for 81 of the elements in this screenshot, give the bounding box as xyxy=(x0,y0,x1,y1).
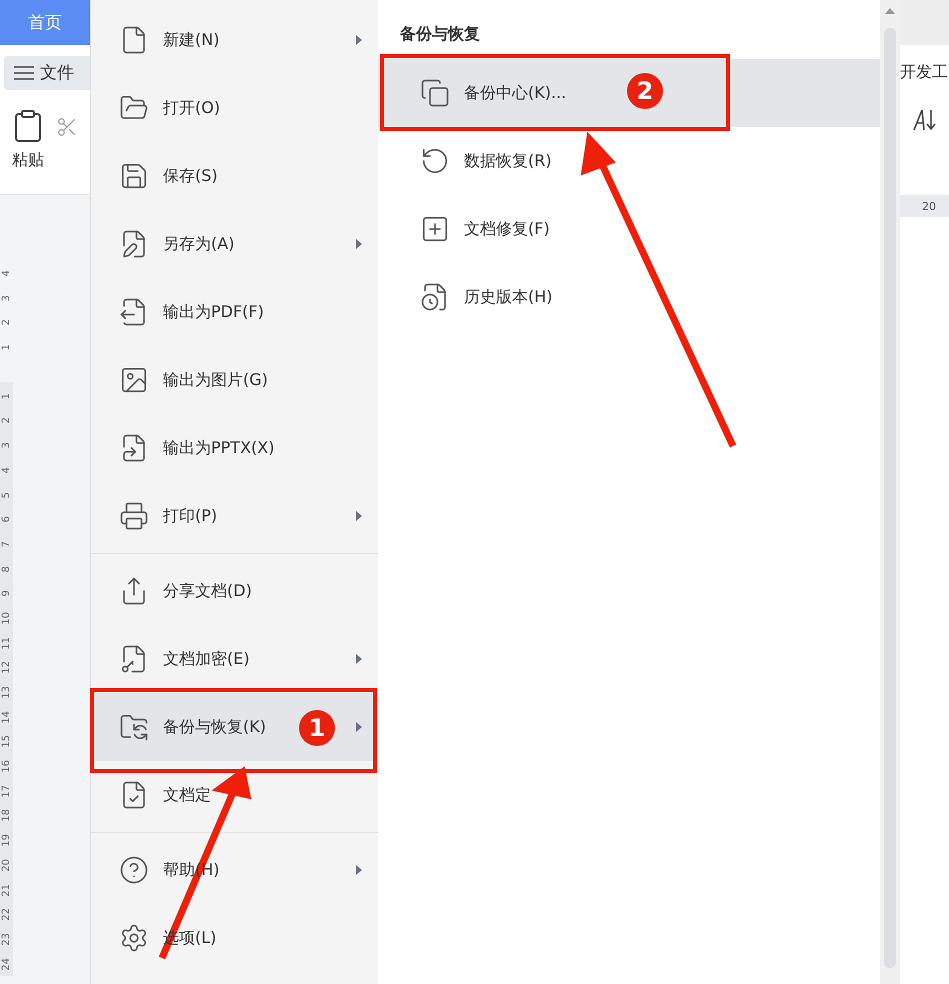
menu-item[interactable]: 另存为(A) xyxy=(91,210,378,278)
caret-icon xyxy=(356,239,362,249)
menu-icon xyxy=(14,66,34,80)
menu-item-label: 新建(N) xyxy=(163,30,220,50)
menu-item-label: 文档加密(E) xyxy=(163,648,250,670)
ruler-number: 22 xyxy=(0,908,13,922)
submenu-item-label: 数据恢复(R) xyxy=(464,150,552,172)
submenu-item[interactable]: 文档修复(F) xyxy=(378,195,880,263)
submenu-item[interactable]: 历史版本(H) xyxy=(378,263,880,331)
menu-item[interactable]: 文档加密(E) xyxy=(91,625,378,693)
tab-label[interactable]: 开发工 xyxy=(900,45,949,100)
menu-item[interactable]: 文档定 xyxy=(91,761,378,829)
menu-item-label: 备份与恢复(K) xyxy=(163,716,266,738)
scroll-up-icon[interactable] xyxy=(885,8,895,14)
menu-item-label: 保存(S) xyxy=(163,166,218,186)
caret-icon xyxy=(356,511,362,521)
ruler-number: 19 xyxy=(0,834,13,847)
submenu-item[interactable]: 数据恢复(R) xyxy=(378,127,880,195)
paste-label[interactable]: 粘贴 xyxy=(12,150,44,171)
ruler-number: 1 xyxy=(0,392,13,402)
menu-item[interactable]: 输出为图片(G) xyxy=(91,346,378,414)
ruler-number: 13 xyxy=(0,686,13,699)
menu-item[interactable]: 打开(O) xyxy=(91,74,378,142)
scrollbar[interactable] xyxy=(880,0,900,984)
menu-item-label: 分享文档(D) xyxy=(163,580,252,602)
plus-square-icon xyxy=(420,214,450,244)
ruler-number: 3 xyxy=(0,441,13,451)
ruler-number: 4 xyxy=(0,269,13,279)
ruler-number: 23 xyxy=(0,932,13,946)
settings-icon xyxy=(119,923,149,953)
submenu-title: 备份与恢复 xyxy=(398,23,481,45)
ruler-number: 9 xyxy=(0,589,13,599)
menu-item-label: 输出为PDF(F) xyxy=(163,302,264,322)
ruler-number: 6 xyxy=(0,515,13,525)
ruler-number: 10 xyxy=(0,612,13,625)
menu-item-label: 打印(P) xyxy=(163,506,218,526)
caret-icon xyxy=(356,722,362,732)
submenu-item-label: 历史版本(H) xyxy=(464,286,553,308)
ruler-number: 17 xyxy=(0,784,13,798)
menu-item[interactable]: 输出为PPTX(X) xyxy=(91,414,378,482)
ruler-number: 2 xyxy=(0,318,13,328)
ruler-number: 7 xyxy=(0,540,13,550)
ruler-number: 3 xyxy=(0,294,13,304)
menu-item-label: 输出为图片(G) xyxy=(163,370,268,390)
menu-item-label: 输出为PPTX(X) xyxy=(163,438,274,458)
ruler-number: 5 xyxy=(0,490,13,500)
caret-icon xyxy=(356,865,362,875)
scissors-icon[interactable] xyxy=(56,116,78,138)
ruler-number: 20 xyxy=(900,195,949,217)
menu-item[interactable]: 新建(N) xyxy=(91,6,378,74)
printer-icon xyxy=(119,501,149,531)
caret-icon xyxy=(356,654,362,664)
menu-item-label: 文档定 xyxy=(163,784,211,806)
ruler-number: 11 xyxy=(0,636,13,650)
rotate-icon xyxy=(420,146,450,176)
file-menu-button[interactable]: 文件 xyxy=(4,56,90,90)
menu-item-label: 另存为(A) xyxy=(163,234,234,254)
ruler-number: 24 xyxy=(0,957,13,970)
ruler-number: 2 xyxy=(0,416,13,426)
caret-icon xyxy=(356,35,362,45)
copy-icon xyxy=(420,78,450,108)
ruler-number: 1 xyxy=(0,343,13,353)
ruler-number: 8 xyxy=(0,564,13,574)
ruler-number: 21 xyxy=(0,883,13,896)
help-icon xyxy=(119,855,149,885)
ruler-number: 20 xyxy=(0,858,13,872)
folder-refresh-icon xyxy=(119,712,149,742)
ruler-number: 18 xyxy=(0,809,13,822)
ruler-number: 16 xyxy=(0,760,13,773)
menu-item-label: 打开(O) xyxy=(163,98,220,118)
ruler-number: 12 xyxy=(0,661,13,674)
menu-item[interactable]: 分享文档(D) xyxy=(91,557,378,625)
menu-item[interactable]: 保存(S) xyxy=(91,142,378,210)
menu-item[interactable]: 输出为PDF(F) xyxy=(91,278,378,346)
ruler-number: 14 xyxy=(0,710,13,724)
submenu-item-label: 文档修复(F) xyxy=(464,218,550,240)
ruler-number: 15 xyxy=(0,735,13,748)
ruler-number: 4 xyxy=(0,466,13,476)
submenu-item-label: 备份中心(K)... xyxy=(464,82,566,104)
image-icon xyxy=(119,365,149,395)
menu-item[interactable]: 打印(P) xyxy=(91,482,378,550)
